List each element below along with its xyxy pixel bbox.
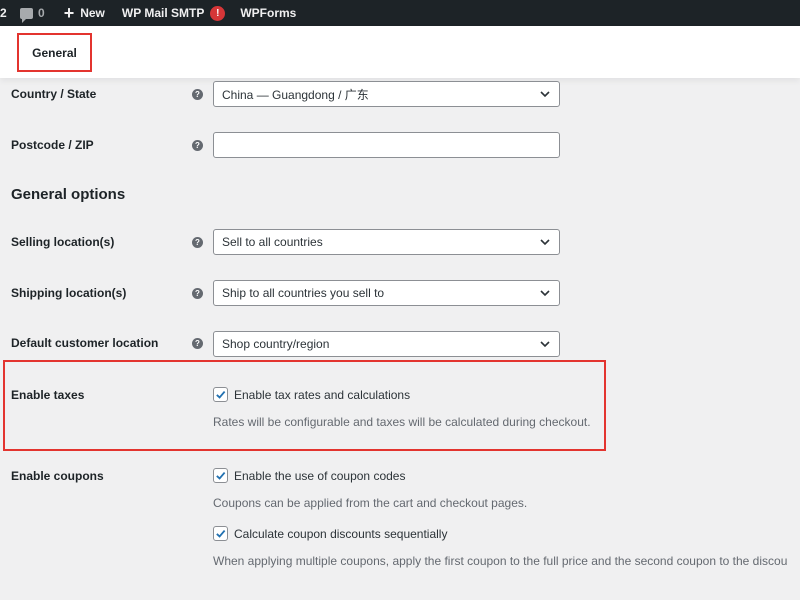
shipping-help-icon[interactable]: ? bbox=[192, 288, 203, 299]
customer-location-value: Shop country/region bbox=[222, 337, 330, 351]
checkmark-icon bbox=[216, 390, 226, 399]
enable-taxes-checkbox[interactable] bbox=[213, 387, 228, 402]
enable-coupons-description: Coupons can be applied from the cart and… bbox=[213, 496, 528, 510]
tab-general[interactable]: General bbox=[17, 33, 92, 72]
chevron-down-icon bbox=[540, 341, 550, 348]
wpforms-menu[interactable]: WPForms bbox=[240, 0, 296, 26]
new-content-menu[interactable]: + New bbox=[64, 0, 105, 26]
smtp-label: WP Mail SMTP bbox=[121, 6, 205, 20]
general-options-heading: General options bbox=[11, 186, 126, 203]
country-state-select[interactable]: China — Guangdong / 广东 bbox=[213, 81, 560, 107]
shipping-locations-value: Ship to all countries you sell to bbox=[222, 286, 385, 300]
chevron-down-icon bbox=[540, 290, 550, 297]
shipping-locations-select[interactable]: Ship to all countries you sell to bbox=[213, 280, 560, 306]
enable-taxes-checkbox-label[interactable]: Enable tax rates and calculations bbox=[234, 388, 410, 402]
customer-location-select[interactable]: Shop country/region bbox=[213, 331, 560, 357]
selling-locations-select[interactable]: Sell to all countries bbox=[213, 229, 560, 255]
country-help-icon[interactable]: ? bbox=[192, 89, 203, 100]
checkmark-icon bbox=[216, 529, 226, 538]
customer-location-label: Default customer location bbox=[11, 336, 159, 350]
postcode-label: Postcode / ZIP bbox=[11, 138, 94, 152]
shipping-locations-label: Shipping location(s) bbox=[11, 286, 127, 300]
smtp-alert-badge: ! bbox=[210, 5, 226, 21]
enable-coupons-checkbox[interactable] bbox=[213, 468, 228, 483]
enable-coupons-checkbox-label[interactable]: Enable the use of coupon codes bbox=[234, 469, 405, 483]
chevron-down-icon bbox=[540, 91, 550, 98]
plus-icon: + bbox=[63, 3, 75, 23]
selling-help-icon[interactable]: ? bbox=[192, 237, 203, 248]
taxes-highlight-box bbox=[3, 360, 606, 451]
enable-taxes-label: Enable taxes bbox=[11, 388, 85, 402]
country-state-label: Country / State bbox=[11, 87, 97, 101]
sequential-coupons-checkbox[interactable] bbox=[213, 526, 228, 541]
postcode-input[interactable] bbox=[213, 132, 560, 158]
selling-locations-value: Sell to all countries bbox=[222, 235, 323, 249]
postcode-help-icon[interactable]: ? bbox=[192, 140, 203, 151]
comments-menu[interactable]: 0 bbox=[20, 0, 45, 26]
comments-count: 0 bbox=[38, 6, 45, 20]
enable-taxes-description: Rates will be configurable and taxes wil… bbox=[213, 415, 591, 429]
comment-bubble-icon bbox=[20, 7, 33, 23]
sequential-coupons-description: When applying multiple coupons, apply th… bbox=[213, 554, 788, 568]
customer-location-help-icon[interactable]: ? bbox=[192, 338, 203, 349]
wpforms-label: WPForms bbox=[240, 6, 297, 20]
country-state-value: China — Guangdong / 广东 bbox=[222, 87, 369, 102]
updates-count[interactable]: 2 bbox=[0, 0, 14, 26]
updates-count-text: 2 bbox=[0, 6, 7, 20]
admin-bar: 2 0 + New WP Mail SMTP ! WPForms bbox=[0, 0, 800, 26]
wp-mail-smtp-menu[interactable]: WP Mail SMTP ! bbox=[121, 0, 226, 26]
chevron-down-icon bbox=[540, 239, 550, 246]
enable-coupons-label: Enable coupons bbox=[11, 469, 104, 483]
settings-tab-bar: General bbox=[0, 26, 800, 78]
checkmark-icon bbox=[216, 471, 226, 480]
selling-locations-label: Selling location(s) bbox=[11, 235, 115, 249]
new-label: New bbox=[80, 6, 105, 20]
sequential-coupons-checkbox-label[interactable]: Calculate coupon discounts sequentially bbox=[234, 527, 447, 541]
